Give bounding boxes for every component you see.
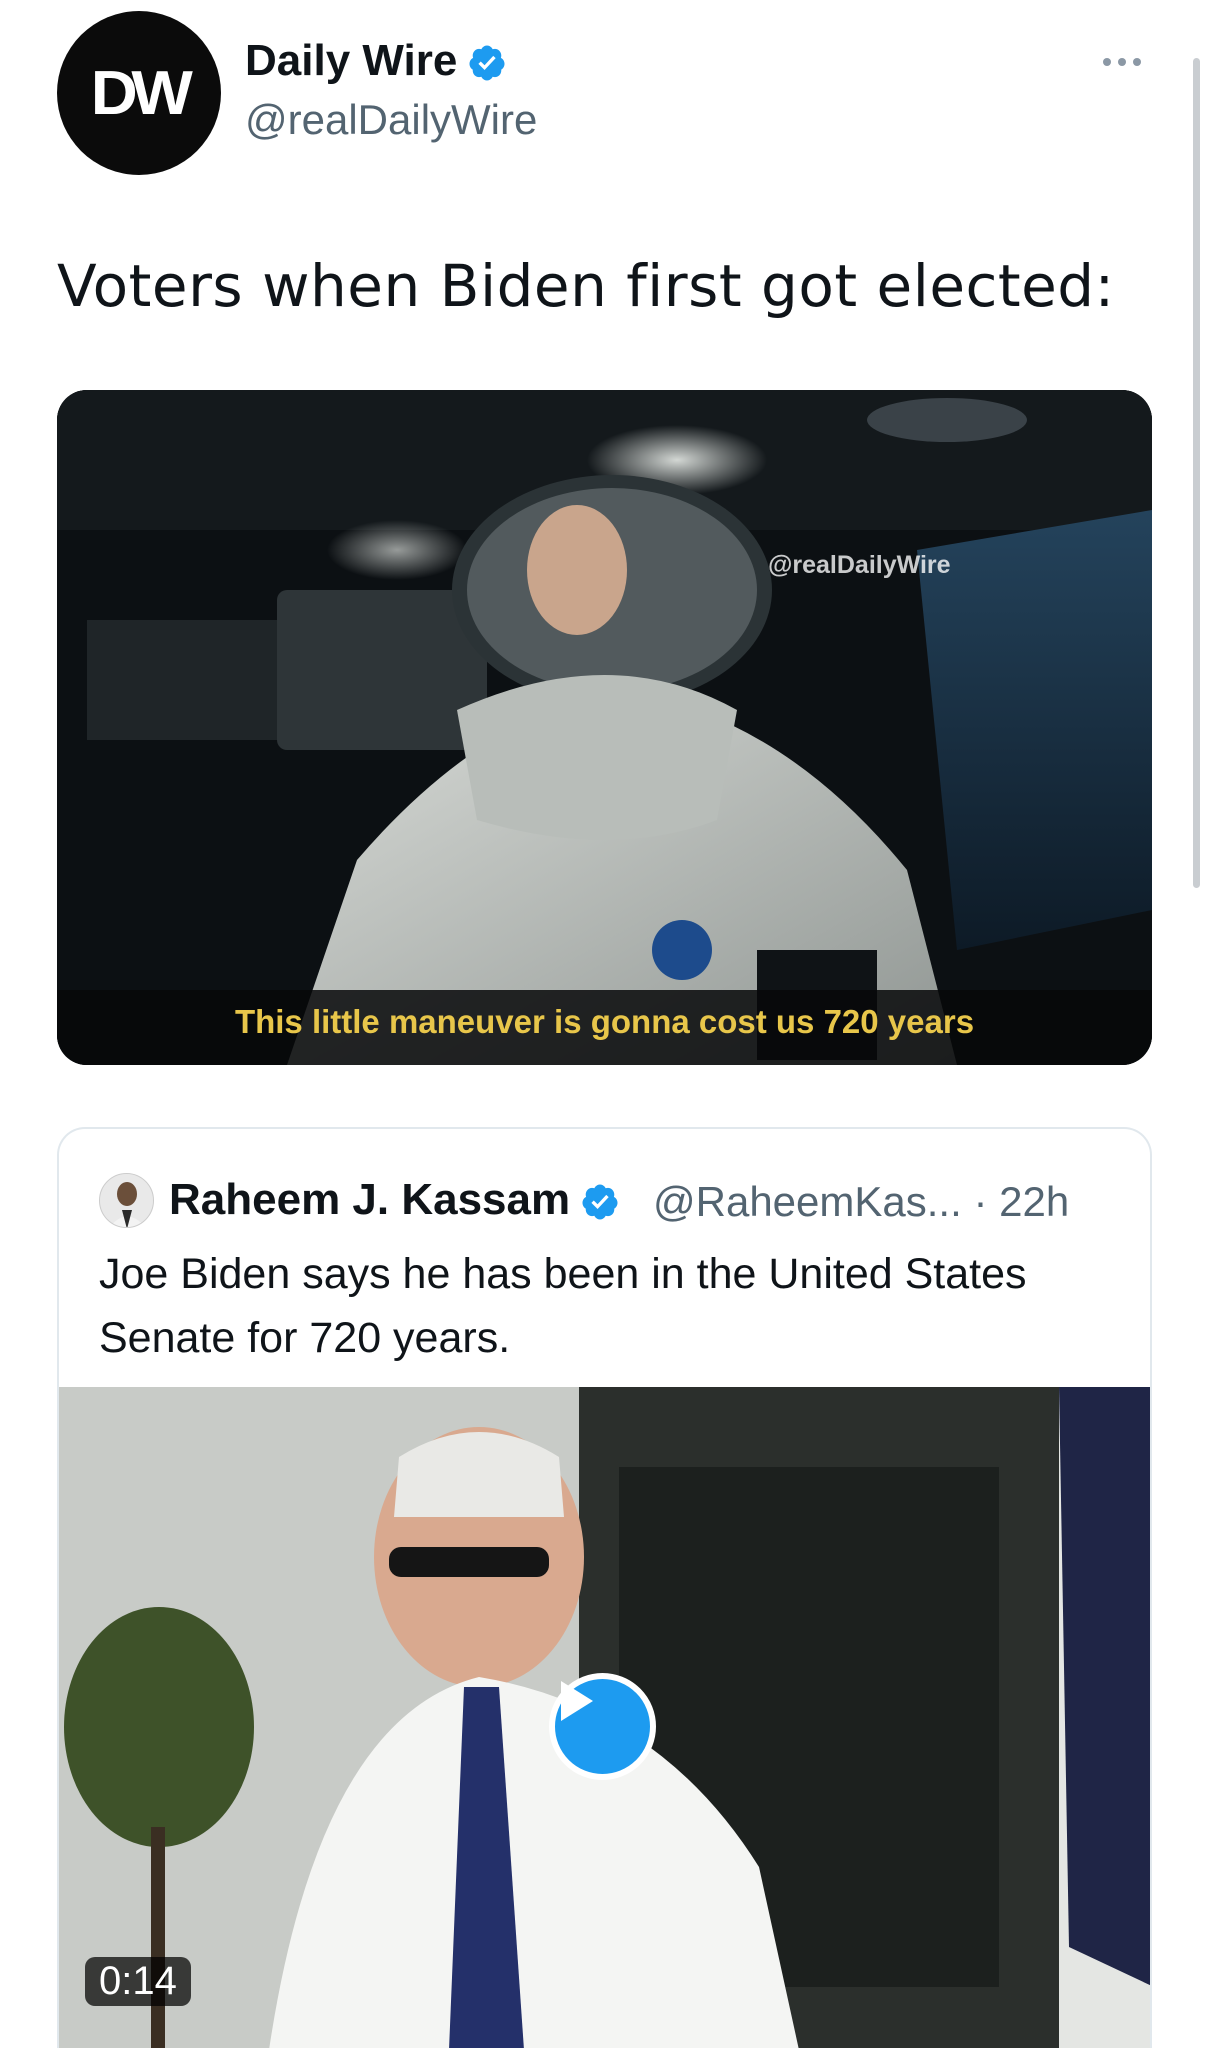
verified-badge-icon xyxy=(582,1184,618,1220)
quoted-video[interactable]: 0:14 xyxy=(59,1387,1150,2048)
tweet[interactable]: DW Daily Wire @realDailyWire Voters when… xyxy=(0,0,1205,2048)
author-avatar[interactable]: DW xyxy=(57,11,221,175)
quoted-timestamp[interactable]: 22h xyxy=(999,1178,1069,1225)
play-button[interactable] xyxy=(549,1673,656,1780)
more-horizontal-icon[interactable] xyxy=(1103,52,1149,72)
quoted-author-name[interactable]: Raheem J. Kassam xyxy=(169,1175,620,1225)
quoted-meta: @RaheemKas... · 22h xyxy=(653,1178,1069,1226)
quoted-author-avatar[interactable] xyxy=(99,1173,154,1228)
astronaut-image xyxy=(57,390,1152,1065)
author-name[interactable]: Daily Wire xyxy=(245,36,507,86)
video-duration: 0:14 xyxy=(85,1957,191,2006)
avatar-photo xyxy=(100,1174,153,1227)
quoted-tweet-text: Joe Biden says he has been in the United… xyxy=(99,1250,1027,1362)
image-watermark: @realDailyWire xyxy=(768,551,951,579)
meta-separator: · xyxy=(973,1178,988,1225)
tweet-image[interactable]: @realDailyWire This little maneuver is g… xyxy=(57,390,1152,1065)
scrollbar[interactable] xyxy=(1193,58,1200,888)
tweet-text: Voters when Biden first got elected: xyxy=(57,252,1115,320)
author-name-text: Daily Wire xyxy=(245,36,458,85)
image-caption: This little maneuver is gonna cost us 72… xyxy=(234,1003,975,1040)
quoted-author-name-text: Raheem J. Kassam xyxy=(169,1175,571,1224)
author-handle[interactable]: @realDailyWire xyxy=(245,96,537,144)
play-icon xyxy=(561,1681,593,1721)
avatar-logo: DW xyxy=(91,58,193,128)
quoted-author-handle[interactable]: @RaheemKas... xyxy=(653,1178,962,1225)
quoted-tweet[interactable]: Raheem J. Kassam @RaheemKas... · 22h Joe… xyxy=(57,1127,1152,2048)
verified-badge-icon xyxy=(469,45,505,81)
